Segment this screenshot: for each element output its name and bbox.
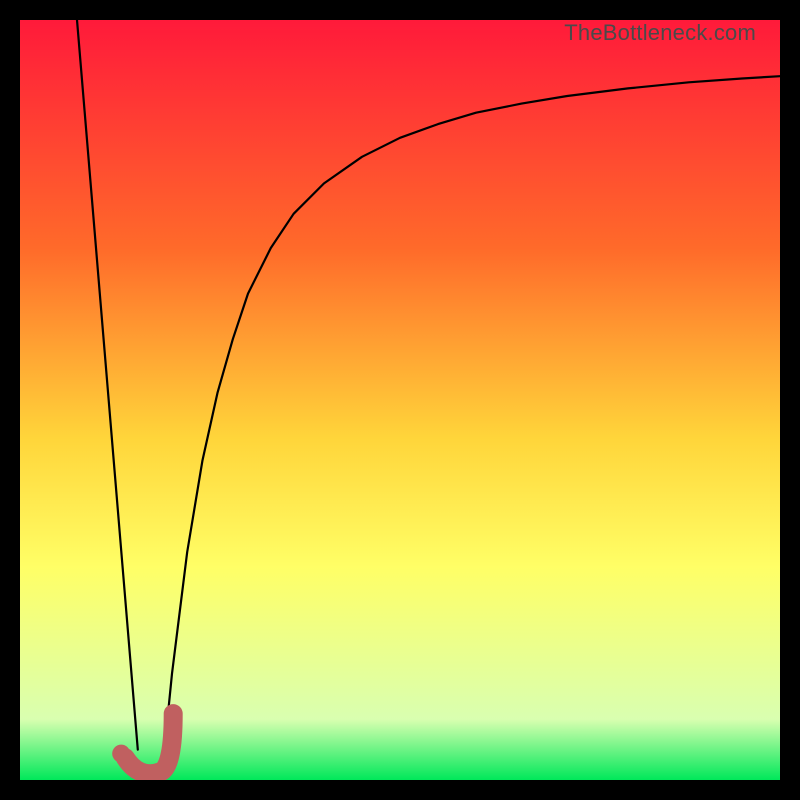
watermark-text: TheBottleneck.com	[564, 20, 756, 46]
plot-area: TheBottleneck.com	[20, 20, 780, 780]
optimal-marker	[20, 20, 780, 780]
chart-frame: TheBottleneck.com	[0, 0, 800, 800]
